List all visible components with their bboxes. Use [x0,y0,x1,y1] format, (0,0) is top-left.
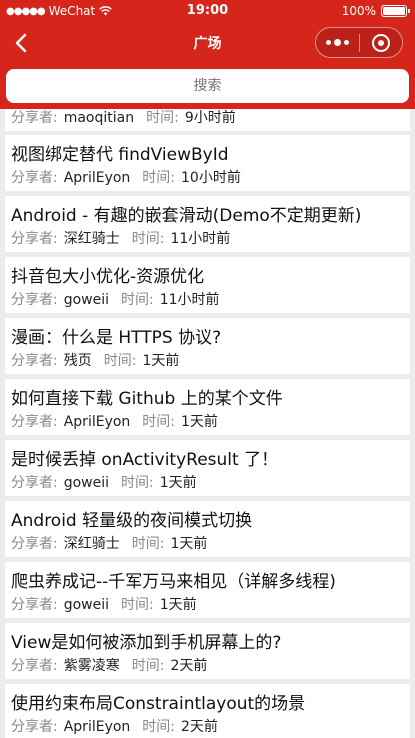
list-item[interactable]: View是如何被添加到手机屏幕上的? 分享者: 紫雾凌寒 时间: 2天前 [5,623,410,679]
article-title: Android - 有趣的嵌套滑动(Demo不定期更新) [11,206,362,226]
sharer-label: 分享者: [11,475,58,491]
sharer-name: AprilEyon [63,170,131,186]
time-label: 时间: [121,475,154,491]
time-label: 时间: [131,658,165,674]
sharer-name: goweii [63,597,110,613]
article-title: 视图绑定替代 findViewById [11,145,229,165]
list-item[interactable]: 视图绑定替代 findViewById 分享者: AprilEyon 时间: 10小时… [5,135,410,191]
article-meta: 分享者: goweii 时间: 1天前 [11,472,197,492]
sharer-label: 分享者: [11,414,58,430]
more-button[interactable] [316,28,359,57]
sharer-name: 残页 [63,353,92,369]
article-meta: 分享者: 深红骑士 时间: 11小时前 [11,228,230,248]
time-label: 时间: [131,231,165,247]
share-time: 2天前 [170,658,208,674]
article-meta: 分享者: 残页 时间: 1天前 [11,350,179,370]
article-title: 漫画：什么是 HTTPS 协议? [11,328,222,348]
article-meta: 分享者: 深红骑士 时间: 1天前 [11,533,207,553]
article-title: Android 轻量级的夜间模式切换 [11,511,253,531]
time-label: 时间: [142,170,176,186]
battery-status: 100% [341,4,410,18]
time-label: 时间: [121,597,154,613]
time-label: 时间: [103,353,137,369]
sharer-label: 分享者: [11,597,58,613]
article-meta: 分享者: goweii 时间: 11小时前 [11,289,220,309]
sharer-name: AprilEyon [63,414,131,430]
article-title: 爬虫养成记--千军万马来相见（详解多线程) [11,572,336,592]
article-title: 如何直接下载 Github 上的某个文件 [11,389,283,409]
sharer-label: 分享者: [11,719,58,735]
search-bar [0,62,415,109]
sharer-name: goweii [63,292,110,308]
article-title: 使用约束布局Constraintlayout的场景 [11,694,306,714]
share-time: 10小时前 [181,170,241,186]
article-title: 抖音包大小优化-资源优化 [11,267,205,287]
share-time: 1天前 [142,353,180,369]
time-label: 时间: [142,414,176,430]
list-item[interactable]: 使用约束布局Constraintlayout的场景 分享者: AprilEyon 时… [5,684,410,738]
article-title: View是如何被添加到手机屏幕上的? [11,633,282,653]
battery-percent: 100% [341,4,376,18]
list-item[interactable]: 分享者: maoqitian 时间: 9小时前 [5,109,410,131]
article-meta: 分享者: AprilEyon 时间: 2天前 [11,716,218,736]
nav-bar: 广场 [0,24,415,62]
share-time: 11小时前 [159,292,220,308]
share-time: 2天前 [181,719,218,735]
share-time: 1天前 [181,414,218,430]
time-label: 时间: [121,292,154,308]
list-item[interactable]: 漫画：什么是 HTTPS 协议? 分享者: 残页 时间: 1天前 [5,318,410,374]
share-time: 1天前 [159,597,197,613]
list-item[interactable]: 如何直接下载 Github 上的某个文件 分享者: AprilEyon 时间: 1天前 [5,379,410,435]
sharer-label: 分享者: [11,231,58,247]
list-item[interactable]: 爬虫养成记--千军万马来相见（详解多线程) 分享者: goweii 时间: 1天前 [5,562,410,618]
time-label: 时间: [146,110,179,126]
list-item[interactable]: Android - 有趣的嵌套滑动(Demo不定期更新) 分享者: 深红骑士 时间:… [5,196,410,252]
list-item[interactable]: Android 轻量级的夜间模式切换 分享者: 深红骑士 时间: 1天前 [5,501,410,557]
sharer-label: 分享者: [11,536,58,552]
close-circle-icon [371,33,390,52]
sharer-label: 分享者: [11,353,58,369]
sharer-name: 深红骑士 [63,536,120,552]
list-item[interactable]: 是时候丢掉 onActivityResult 了！ 分享者: goweii 时间: 1… [5,440,410,496]
share-time: 1天前 [170,536,208,552]
article-meta: 分享者: 紫雾凌寒 时间: 2天前 [11,655,207,675]
sharer-name: 紫雾凌寒 [63,658,120,674]
sharer-name: 深红骑士 [63,231,120,247]
sharer-name: goweii [63,475,110,491]
close-button[interactable] [359,28,402,57]
sharer-label: 分享者: [11,292,58,308]
article-title: 是时候丢掉 onActivityResult 了！ [11,450,279,470]
sharer-label: 分享者: [11,110,58,126]
list-item[interactable]: 抖音包大小优化-资源优化 分享者: goweii 时间: 11小时前 [5,257,410,313]
article-list: 分享者: maoqitian 时间: 9小时前 视图绑定替代 findViewById… [0,109,415,738]
article-meta: 分享者: maoqitian 时间: 9小时前 [11,109,236,127]
status-bar: ●●●●● WeChat 19:00 100% [0,0,415,24]
sharer-name: AprilEyon [63,719,131,735]
article-meta: 分享者: AprilEyon 时间: 10小时前 [11,167,241,187]
more-dots-icon [325,39,349,46]
sharer-name: maoqitian [63,110,135,126]
battery-icon [381,5,410,17]
time-label: 时间: [131,536,165,552]
share-time: 9小时前 [184,110,236,126]
article-meta: 分享者: AprilEyon 时间: 1天前 [11,411,218,431]
sharer-label: 分享者: [11,170,58,186]
share-time: 11小时前 [170,231,231,247]
sharer-label: 分享者: [11,658,58,674]
article-meta: 分享者: goweii 时间: 1天前 [11,594,197,614]
miniprogram-capsule [315,27,403,58]
share-time: 1天前 [159,475,197,491]
search-input[interactable] [6,69,409,103]
time-label: 时间: [142,719,176,735]
